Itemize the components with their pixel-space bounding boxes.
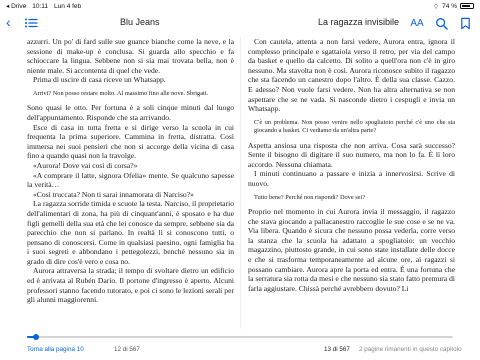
font-size-label: AA bbox=[410, 17, 424, 29]
reader-toolbar: ‹ Blu Jeans La ragazza invisibile AA bbox=[0, 12, 480, 34]
whatsapp-message: Arrivi? Non posso restare molto. Al mass… bbox=[33, 89, 209, 97]
slider-thumb[interactable] bbox=[33, 334, 40, 340]
battery-percent: 74 % bbox=[442, 2, 457, 10]
bookmark-icon[interactable] bbox=[458, 16, 472, 30]
paragraph: Aurora attraversa la strada; il tempo di… bbox=[27, 266, 234, 305]
paragraph: Esce di casa in tutta fretta e si dirige… bbox=[27, 122, 234, 161]
paragraph: Sono quasi le otto. Per fortuna è a soli… bbox=[27, 103, 234, 122]
paragraph: Con cautela, attenta a non farsi vedere,… bbox=[248, 37, 455, 114]
font-size-icon[interactable]: AA bbox=[410, 16, 424, 30]
right-page-number: 13 di 567 bbox=[324, 346, 350, 353]
status-date: Lun 4 feb bbox=[54, 2, 82, 10]
status-bar: ◂ Drive 10:11 Lun 4 feb ⌔ 74 % bbox=[0, 0, 480, 12]
reader-footer: Torna alla pagina 10 12 di 567 13 di 567… bbox=[0, 343, 480, 357]
paragraph: Prima di uscire di casa riceve un Whatsa… bbox=[33, 75, 166, 85]
paragraph: «Così truccata? Non ti sarai innamorata … bbox=[33, 189, 194, 199]
battery-icon bbox=[460, 3, 474, 9]
back-chevron-icon[interactable]: ‹ bbox=[6, 15, 20, 29]
whatsapp-message: Tutto bene? Perché non rispondi? Dove se… bbox=[254, 193, 365, 201]
paragraph: «A comprare il latte, signora Ofelia» me… bbox=[27, 170, 234, 190]
paragraph: azzurri. Un po' di fard sulle sue guance… bbox=[27, 37, 234, 75]
right-page[interactable]: Con cautela, attenta a non farsi vedere,… bbox=[248, 37, 455, 329]
paragraph: La ragazza sorride timida e scuote la te… bbox=[27, 199, 234, 266]
page-progress-slider[interactable] bbox=[27, 334, 453, 340]
pages-remaining: 2 pagine rimanenti in questo capitolo bbox=[359, 346, 462, 353]
left-page-number: 12 di 567 bbox=[114, 346, 140, 353]
slider-track bbox=[27, 336, 453, 338]
chapter-title: La ragazza invisibile bbox=[318, 17, 400, 27]
carrier-label[interactable]: ◂ Drive bbox=[6, 2, 26, 10]
paragraph: Proprio nel momento in cui Aurora invia … bbox=[248, 206, 455, 293]
paragraph: Aspetta ansiosa una risposta che non arr… bbox=[248, 140, 455, 169]
page-divider bbox=[240, 37, 241, 329]
left-page[interactable]: azzurri. Un po' di fard sulle sue guance… bbox=[27, 37, 234, 329]
back-to-page-link[interactable]: Torna alla pagina 10 bbox=[27, 346, 84, 353]
paragraph: «Aurora! Dove vai così di corsa?» bbox=[33, 160, 138, 170]
search-icon[interactable] bbox=[434, 16, 448, 30]
wifi-icon: ⌔ bbox=[433, 3, 440, 11]
book-title: Blu Jeans bbox=[120, 17, 160, 27]
contents-list-icon[interactable] bbox=[24, 16, 38, 30]
status-time: 10:11 bbox=[32, 2, 49, 10]
whatsapp-message: C'è un problema. Non posso venire nello … bbox=[254, 118, 455, 135]
paragraph: I minuti continuano a passare e inizia a… bbox=[248, 169, 455, 188]
